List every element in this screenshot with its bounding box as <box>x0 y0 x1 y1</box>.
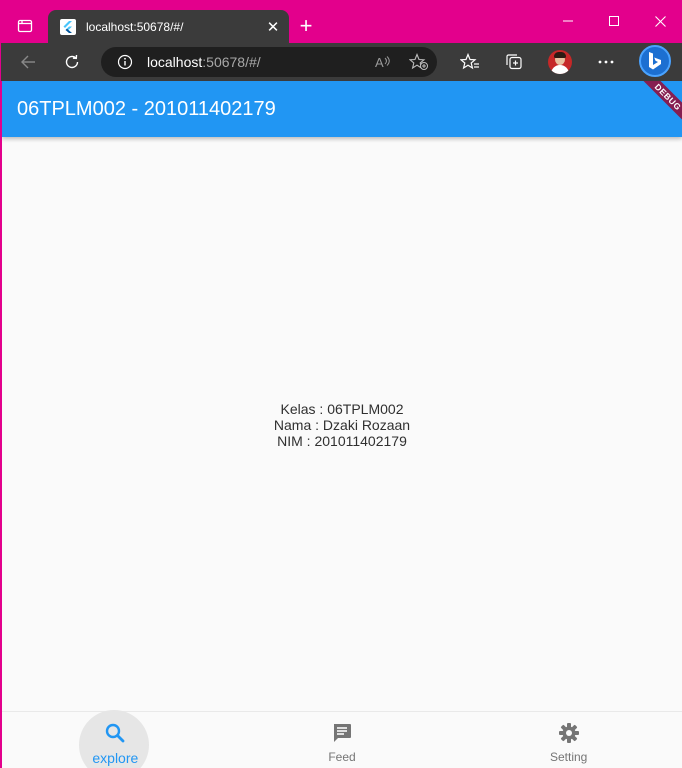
tab-close-icon[interactable]: ✕ <box>261 15 285 39</box>
nim-line: NIM : 201011402179 <box>277 433 407 449</box>
nav-item-setting[interactable]: Setting <box>455 712 682 768</box>
url-path: :50678/#/ <box>202 54 261 70</box>
info-icon[interactable] <box>117 54 133 70</box>
bing-icon[interactable] <box>639 45 671 77</box>
svg-text:A: A <box>375 55 384 70</box>
address-bar[interactable]: localhost:50678/#/ A <box>101 47 437 77</box>
flutter-app: 06TPLM002 - 201011402179 DEBUG Kelas : 0… <box>2 81 682 768</box>
browser-toolbar: localhost:50678/#/ A <box>1 43 682 81</box>
bottom-navigation-bar: explore Feed Setting <box>2 710 682 768</box>
student-info: Kelas : 06TPLM002 Nama : Dzaki Rozaan NI… <box>2 401 682 449</box>
url-host: localhost <box>147 54 203 70</box>
window-controls <box>545 1 682 41</box>
read-aloud-icon[interactable]: A <box>372 52 394 72</box>
name-line: Nama : Dzaki Rozaan <box>273 417 411 433</box>
nav-label-explore: explore <box>92 750 139 766</box>
nav-label-setting: Setting <box>550 750 588 764</box>
minimize-button[interactable] <box>545 1 591 41</box>
nav-label-feed: Feed <box>328 750 356 764</box>
maximize-button[interactable] <box>591 1 637 41</box>
add-favorite-icon[interactable] <box>408 52 430 72</box>
search-icon <box>104 722 126 749</box>
profile-avatar[interactable] <box>548 50 572 74</box>
class-line: Kelas : 06TPLM002 <box>280 401 404 417</box>
tab-actions-icon[interactable] <box>9 12 41 40</box>
back-icon[interactable] <box>13 47 43 77</box>
collections-icon[interactable] <box>499 47 529 77</box>
tab-title: localhost:50678/#/ <box>86 19 184 34</box>
chat-icon <box>331 722 353 749</box>
tab-strip: localhost:50678/#/ ✕ + <box>1 1 682 43</box>
more-icon[interactable] <box>591 47 621 77</box>
close-window-button[interactable] <box>637 1 682 41</box>
nav-item-explore[interactable]: explore <box>2 712 229 768</box>
nav-item-feed[interactable]: Feed <box>229 712 456 768</box>
refresh-icon[interactable] <box>57 47 87 77</box>
gear-icon <box>558 722 580 749</box>
page-title: 06TPLM002 - 201011402179 <box>17 98 276 120</box>
new-tab-button[interactable]: + <box>293 13 319 39</box>
app-bar: 06TPLM002 - 201011402179 <box>2 81 682 137</box>
flutter-favicon-icon <box>60 18 76 35</box>
browser-tab[interactable]: localhost:50678/#/ ✕ <box>48 10 289 43</box>
favorites-icon[interactable] <box>455 47 485 77</box>
browser-window: localhost:50678/#/ ✕ + localhost:50678/… <box>0 0 682 768</box>
